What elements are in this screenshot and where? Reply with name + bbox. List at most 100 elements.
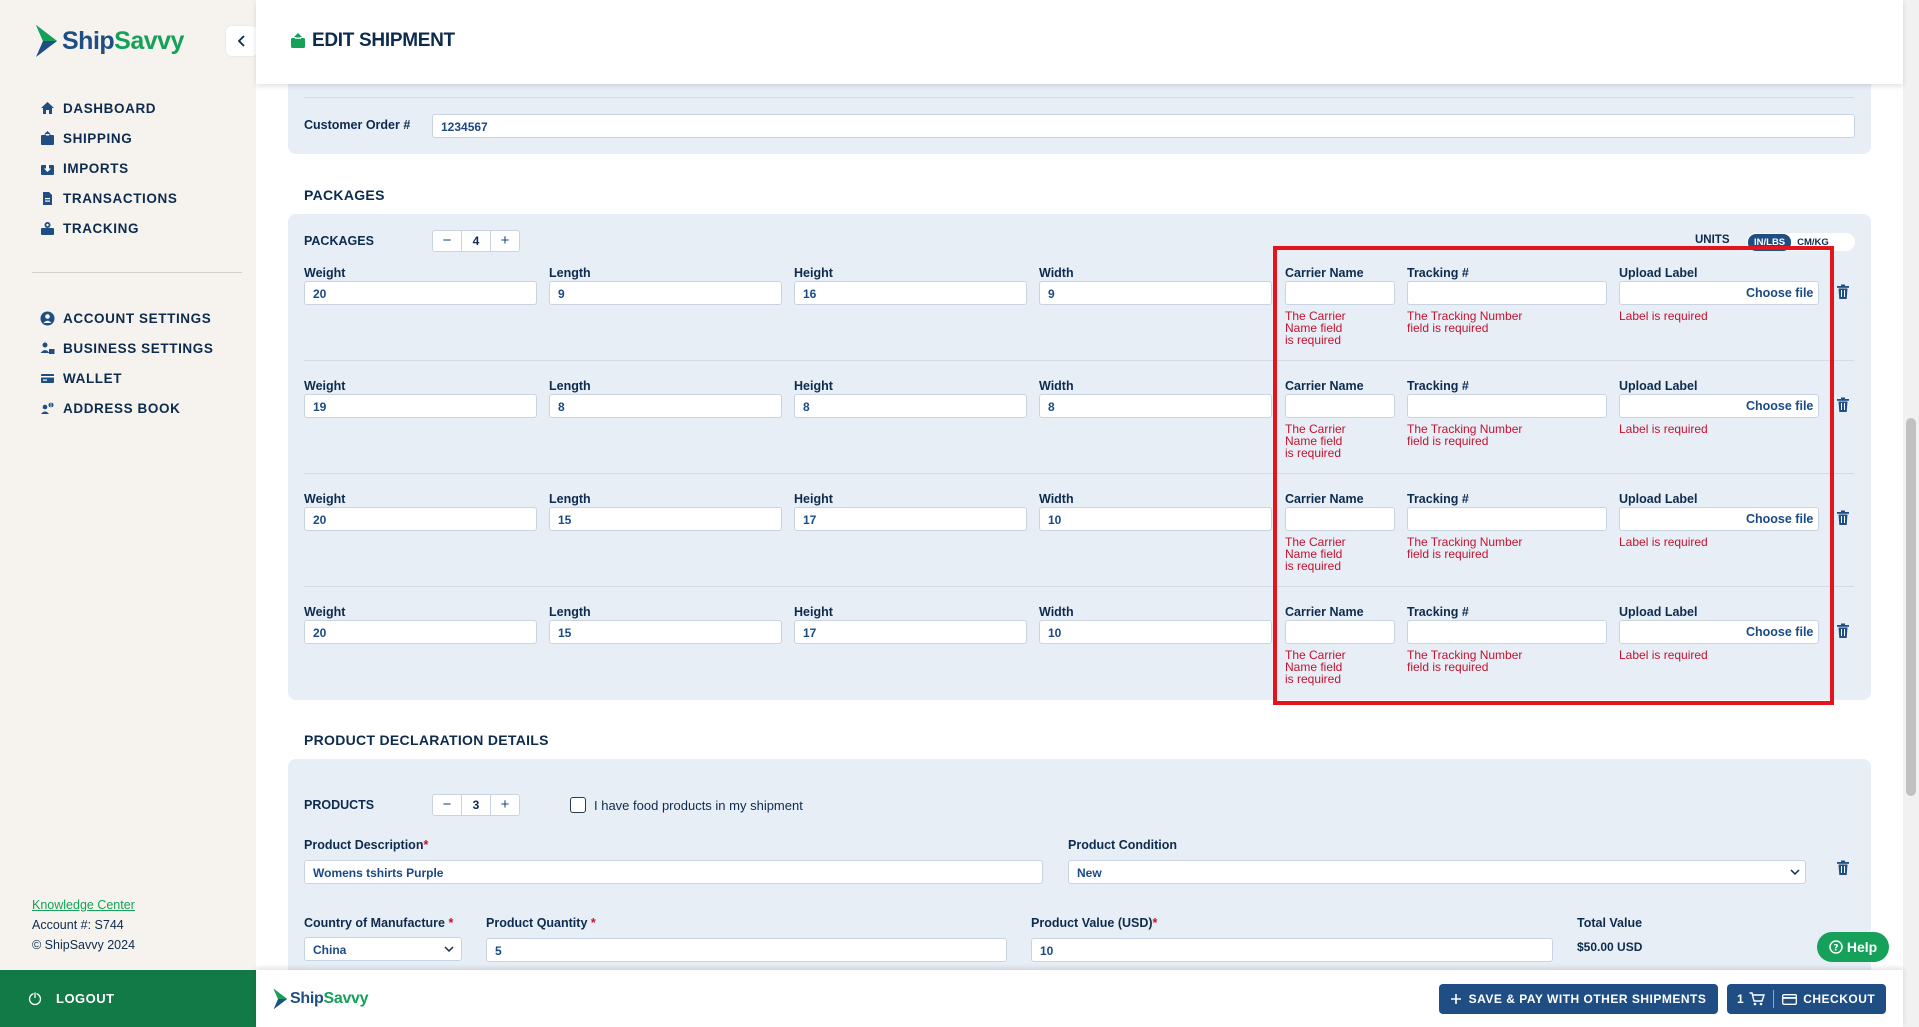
- minus-icon[interactable]: −: [433, 795, 461, 815]
- credit-card-icon: [1782, 993, 1798, 1005]
- page-title: EDIT SHIPMENT: [290, 30, 455, 52]
- units-label: UNITS: [1695, 234, 1730, 246]
- length-input[interactable]: 8: [549, 394, 782, 418]
- quantity-input[interactable]: 5: [486, 938, 1007, 962]
- units-option-in-lbs[interactable]: IN/LBS: [1748, 233, 1792, 251]
- width-input[interactable]: 10: [1039, 507, 1272, 531]
- sidebar-item-account-settings[interactable]: ACCOUNT SETTINGS: [40, 303, 250, 333]
- cart-icon: [1749, 992, 1766, 1006]
- sidebar-item-tracking[interactable]: TRACKING: [40, 213, 250, 243]
- choose-file-button[interactable]: Choose file: [1746, 399, 1813, 413]
- country-label: Country of Manufacture *: [304, 916, 453, 930]
- scrollbar-thumb[interactable]: [1906, 418, 1916, 796]
- weight-input[interactable]: 20: [304, 507, 537, 531]
- tracking-number-input[interactable]: [1407, 507, 1607, 531]
- height-input[interactable]: 17: [794, 620, 1027, 644]
- checkout-button[interactable]: 1 CHECKOUT: [1727, 984, 1886, 1014]
- choose-file-button[interactable]: Choose file: [1746, 286, 1813, 300]
- weight-input[interactable]: 19: [304, 394, 537, 418]
- customer-order-input[interactable]: 1234567: [432, 114, 1855, 138]
- product-description-input[interactable]: Womens tshirts Purple: [304, 860, 1043, 884]
- trash-icon[interactable]: [1836, 510, 1850, 526]
- products-count[interactable]: 3: [461, 795, 491, 815]
- checkout-label: CHECKOUT: [1803, 992, 1876, 1006]
- trash-icon[interactable]: [1836, 397, 1850, 413]
- product-condition-select[interactable]: New: [1068, 860, 1806, 884]
- sidebar-item-business-settings[interactable]: BUSINESS SETTINGS: [40, 333, 250, 363]
- packages-stepper[interactable]: − 4 +: [432, 230, 520, 252]
- choose-file-button[interactable]: Choose file: [1746, 625, 1813, 639]
- minus-icon[interactable]: −: [433, 231, 461, 251]
- help-label: Help: [1846, 939, 1878, 955]
- footer-bar: Ship Savvy SAVE & PAY WITH OTHER SHIPMENT…: [256, 970, 1903, 1027]
- plus-icon: [1450, 994, 1461, 1004]
- save-and-pay-button[interactable]: SAVE & PAY WITH OTHER SHIPMENTS: [1439, 984, 1718, 1014]
- carrier-name-input[interactable]: [1285, 281, 1395, 305]
- divider: [304, 586, 1854, 587]
- products-stepper[interactable]: − 3 +: [432, 794, 520, 816]
- divider: [304, 360, 1854, 361]
- height-input[interactable]: 16: [794, 281, 1027, 305]
- required-mark: *: [448, 916, 454, 930]
- shipsavvy-logo[interactable]: ShipSavvy: [34, 24, 184, 58]
- width-input[interactable]: 8: [1039, 394, 1272, 418]
- value-input[interactable]: 10: [1031, 938, 1553, 962]
- length-input[interactable]: 15: [549, 620, 782, 644]
- packages-count[interactable]: 4: [461, 231, 491, 251]
- sidebar-item-shipping[interactable]: SHIPPING: [40, 123, 250, 153]
- length-input[interactable]: 15: [549, 507, 782, 531]
- sidebar-item-transactions[interactable]: TRANSACTIONS: [40, 183, 250, 213]
- logout-button[interactable]: LOGOUT: [0, 970, 256, 1027]
- length-label: Length: [549, 379, 591, 393]
- trash-icon[interactable]: [1836, 284, 1850, 300]
- units-option-cm-kg[interactable]: CM/KG: [1791, 234, 1835, 251]
- collapse-sidebar-button[interactable]: [226, 26, 258, 56]
- tracking-number-input[interactable]: [1407, 394, 1607, 418]
- width-label: Width: [1039, 266, 1074, 280]
- help-button[interactable]: ? Help: [1817, 932, 1889, 962]
- food-products-label[interactable]: I have food products in my shipment: [594, 798, 803, 813]
- error-line: field is required: [1407, 547, 1489, 561]
- carrier-name-label: Carrier Name: [1285, 266, 1364, 280]
- sidebar-item-dashboard[interactable]: DASHBOARD: [40, 93, 250, 123]
- trash-icon[interactable]: [1836, 860, 1850, 876]
- sidebar-item-label: TRANSACTIONS: [63, 190, 178, 206]
- knowledge-center-link[interactable]: Knowledge Center: [32, 895, 135, 915]
- plus-icon[interactable]: +: [491, 795, 519, 815]
- carrier-name-label: Carrier Name: [1285, 492, 1364, 506]
- tracking-number-label: Tracking #: [1407, 605, 1469, 619]
- width-input[interactable]: 10: [1039, 620, 1272, 644]
- height-input[interactable]: 17: [794, 507, 1027, 531]
- carrier-name-input[interactable]: [1285, 507, 1395, 531]
- width-input[interactable]: 9: [1039, 281, 1272, 305]
- divider: [304, 473, 1854, 474]
- height-input[interactable]: 8: [794, 394, 1027, 418]
- tracking-number-input[interactable]: [1407, 281, 1607, 305]
- weight-input[interactable]: 20: [304, 620, 537, 644]
- sidebar-item-wallet[interactable]: WALLET: [40, 363, 250, 393]
- sidebar-item-label: ACCOUNT SETTINGS: [63, 310, 212, 326]
- sidebar-item-label: SHIPPING: [63, 130, 133, 146]
- sidebar-item-label: DASHBOARD: [63, 100, 157, 116]
- selected-value: China: [313, 943, 347, 957]
- tracking-number-label: Tracking #: [1407, 266, 1469, 280]
- carrier-name-input[interactable]: [1285, 394, 1395, 418]
- food-products-checkbox[interactable]: [570, 797, 586, 813]
- tracking-number-error: The Tracking Number field is required: [1407, 310, 1522, 334]
- sidebar-item-imports[interactable]: IMPORTS: [40, 153, 250, 183]
- trash-icon[interactable]: [1836, 623, 1850, 639]
- total-value-label: Total Value: [1577, 916, 1643, 930]
- height-label: Height: [794, 379, 833, 393]
- carrier-name-error: The Carrier Name field is required: [1285, 310, 1346, 346]
- sidebar-item-address-book[interactable]: ADDRESS BOOK: [40, 393, 250, 423]
- choose-file-button[interactable]: Choose file: [1746, 512, 1813, 526]
- plus-icon[interactable]: +: [491, 231, 519, 251]
- width-label: Width: [1039, 379, 1074, 393]
- weight-input[interactable]: 20: [304, 281, 537, 305]
- sidebar-footer-info: Knowledge Center Account #: S744 © ShipS…: [32, 895, 135, 955]
- tracking-number-input[interactable]: [1407, 620, 1607, 644]
- length-input[interactable]: 9: [549, 281, 782, 305]
- units-toggle[interactable]: IN/LBS CM/KG: [1747, 233, 1855, 251]
- country-select[interactable]: China: [304, 937, 462, 961]
- carrier-name-input[interactable]: [1285, 620, 1395, 644]
